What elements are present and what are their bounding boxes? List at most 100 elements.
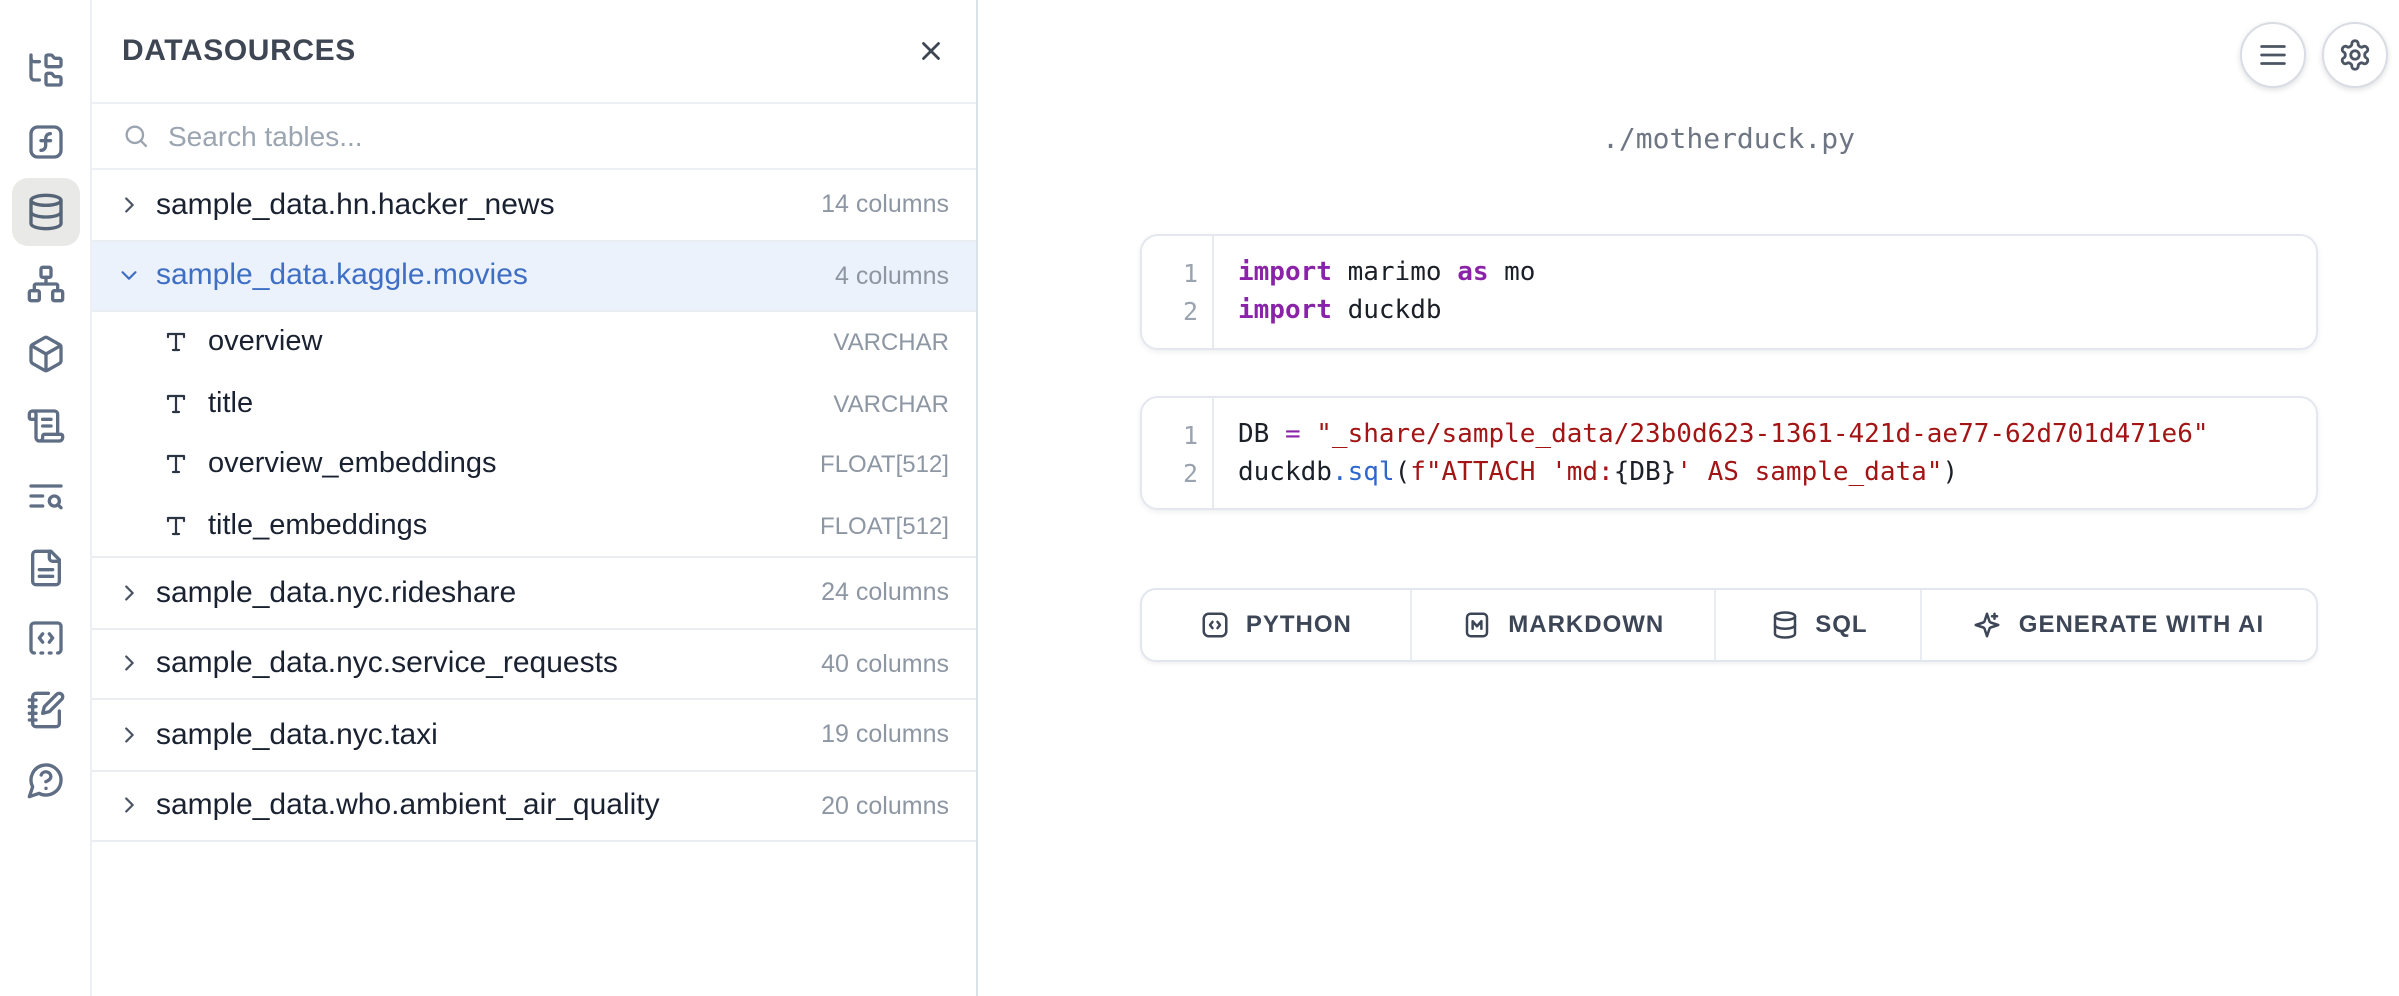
button-label: GENERATE WITH AI [2019, 611, 2264, 639]
column-count: 20 columns [821, 792, 949, 820]
settings-button[interactable] [2321, 22, 2387, 88]
column-type: VARCHAR [833, 390, 949, 418]
column-name: title [208, 388, 253, 420]
database-icon [1769, 610, 1799, 640]
notebook-menu-button[interactable] [2239, 22, 2305, 88]
code-line: import marimo as mo [1238, 254, 2315, 292]
notebook-filename[interactable]: ./motherduck.py [1140, 124, 2317, 156]
column-type: VARCHAR [833, 329, 949, 357]
panel-title: DATASOURCES [122, 34, 356, 68]
type-icon [164, 392, 188, 416]
code-line: DB = "_share/sample_data/23b0d623-1361-4… [1238, 416, 2315, 454]
sidebar-item-functions[interactable] [11, 107, 79, 175]
table-name: sample_data.nyc.service_requests [156, 647, 618, 681]
column-row[interactable]: overview VARCHAR [92, 312, 975, 373]
line-number: 2 [1142, 292, 1198, 330]
code-square-icon [1200, 610, 1230, 640]
hamburger-menu-icon [2255, 38, 2289, 72]
table-name: sample_data.nyc.rideshare [156, 576, 516, 610]
gear-icon [2337, 38, 2371, 72]
sidebar-item-dependencies[interactable] [11, 249, 79, 317]
column-count: 4 columns [835, 262, 949, 290]
sidebar-item-packages[interactable] [11, 320, 79, 388]
column-type: FLOAT[512] [820, 512, 949, 540]
sidebar-item-logs[interactable] [11, 391, 79, 459]
column-count: 19 columns [821, 721, 949, 749]
table-name: sample_data.kaggle.movies [156, 259, 528, 293]
table-name: sample_data.nyc.taxi [156, 718, 438, 752]
line-number: 1 [1142, 254, 1198, 292]
chevron-right-icon [118, 194, 140, 216]
sidebar-item-tracebacks[interactable] [11, 462, 79, 530]
function-square-icon [25, 121, 65, 161]
table-list: sample_data.hn.hacker_news14 columnssamp… [92, 170, 975, 842]
column-row[interactable]: title VARCHAR [92, 373, 975, 434]
activity-rail [0, 0, 92, 996]
notebook-pen-icon [25, 689, 65, 729]
folder-tree-icon [25, 50, 65, 90]
column-type: FLOAT[512] [820, 451, 949, 479]
datasources-panel: DATASOURCES sample_data.hn.hacker_news 14… [92, 0, 977, 996]
sidebar-item-scratchpad[interactable] [11, 675, 79, 743]
generate-with-ai-button[interactable]: GENERATE WITH AI [1922, 590, 2315, 659]
column-name: overview_embeddings [208, 449, 497, 481]
column-row[interactable]: overview_embeddings FLOAT[512] [92, 434, 975, 495]
table-search [92, 104, 975, 170]
table-row[interactable]: sample_data.hn.hacker_news 14 columns [92, 170, 975, 241]
package-box-icon [25, 334, 65, 374]
code-cell-editor[interactable]: import marimo as moimport duckdb [1214, 235, 2315, 347]
code-snippet-icon [25, 618, 65, 658]
panel-header: DATASOURCES [92, 0, 975, 104]
chevron-right-icon [118, 795, 140, 817]
column-row[interactable]: title_embeddings FLOAT[512] [92, 495, 975, 556]
add-python-cell-button[interactable]: PYTHON [1142, 590, 1412, 659]
scroll-text-icon [25, 405, 65, 445]
chevron-right-icon [118, 582, 140, 604]
sidebar-item-datasources[interactable] [11, 178, 79, 246]
sidebar-item-snippets[interactable] [11, 604, 79, 672]
code-line: duckdb.sql(f"ATTACH 'md:{DB}' AS sample_… [1238, 454, 2315, 492]
column-name: title_embeddings [208, 510, 427, 542]
code-line: import duckdb [1238, 292, 2315, 330]
notebook-area: ./motherduck.py 12 import marimo as moim… [977, 0, 2399, 996]
table-row[interactable]: sample_data.nyc.service_requests 40 colum… [92, 629, 975, 700]
table-name: sample_data.hn.hacker_news [156, 188, 555, 222]
code-cell[interactable]: 12 DB = "_share/sample_data/23b0d623-136… [1140, 395, 2317, 509]
code-cell-editor[interactable]: DB = "_share/sample_data/23b0d623-1361-4… [1214, 397, 2315, 507]
help-question-icon [25, 760, 65, 800]
line-numbers: 12 [1142, 397, 1214, 507]
sidebar-item-file-tree[interactable] [11, 36, 79, 104]
table-row[interactable]: sample_data.kaggle.movies 4 columns [92, 241, 975, 312]
search-icon [122, 122, 150, 150]
search-input[interactable] [168, 120, 945, 152]
column-count: 14 columns [821, 191, 949, 219]
table-columns-group: overview VARCHAR title VARCHAR overview_embe… [92, 312, 975, 558]
database-icon [25, 192, 65, 232]
column-count: 40 columns [821, 650, 949, 678]
line-number: 2 [1142, 454, 1198, 492]
top-actions [2239, 22, 2387, 88]
type-icon [164, 453, 188, 477]
type-icon [164, 331, 188, 355]
table-row[interactable]: sample_data.nyc.taxi 19 columns [92, 700, 975, 771]
sidebar-item-help[interactable] [11, 746, 79, 814]
type-icon [164, 514, 188, 538]
close-icon[interactable] [915, 36, 945, 66]
table-row[interactable]: sample_data.nyc.rideshare 24 columns [92, 558, 975, 629]
column-count: 24 columns [821, 579, 949, 607]
add-markdown-cell-button[interactable]: MARKDOWN [1412, 590, 1717, 659]
button-label: PYTHON [1246, 611, 1352, 639]
column-name: overview [208, 327, 322, 359]
add-sql-cell-button[interactable]: SQL [1717, 590, 1922, 659]
app-window: DATASOURCES sample_data.hn.hacker_news14… [0, 0, 2399, 996]
text-search-icon [25, 476, 65, 516]
file-text-icon [25, 547, 65, 587]
table-row[interactable]: sample_data.who.ambient_air_quality20 co… [92, 771, 975, 842]
line-number: 1 [1142, 416, 1198, 454]
button-label: MARKDOWN [1508, 611, 1664, 639]
sidebar-item-documentation[interactable] [11, 533, 79, 601]
add-cell-bar: PYTHON MARKDOWN SQL GENERATE WITH AI [1140, 588, 2317, 661]
button-label: SQL [1815, 611, 1867, 639]
code-cell[interactable]: 12 import marimo as moimport duckdb [1140, 233, 2317, 349]
chevron-right-icon [118, 653, 140, 675]
